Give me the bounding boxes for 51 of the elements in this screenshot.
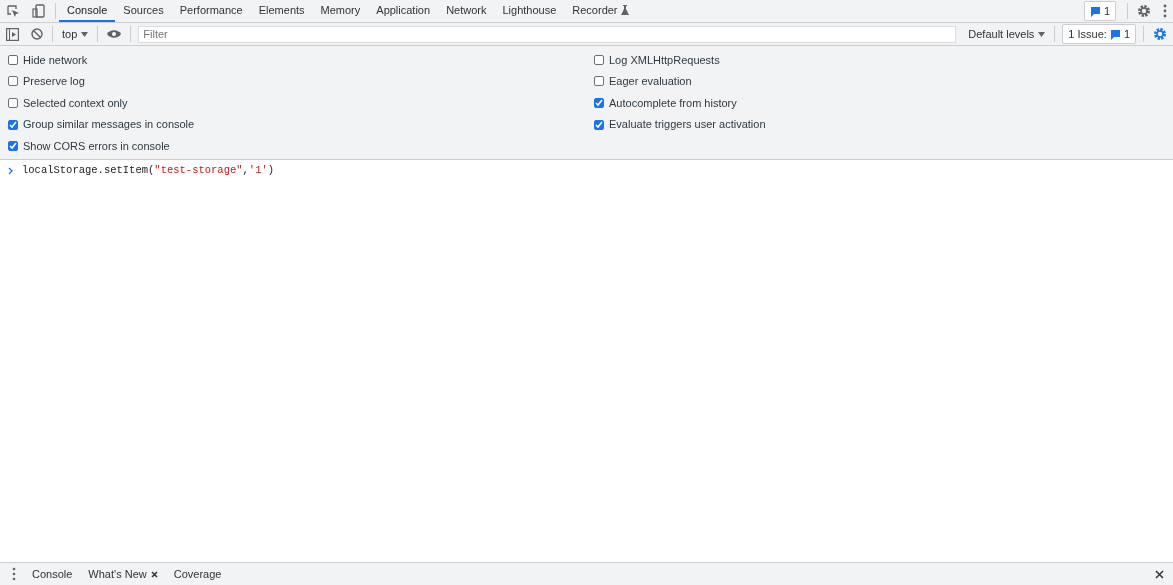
- clear-icon[interactable]: [31, 28, 43, 40]
- panel-tab[interactable]: Application: [368, 0, 439, 22]
- checkbox[interactable]: [594, 54, 604, 65]
- eye-icon[interactable]: [107, 29, 122, 39]
- drawer-tab[interactable]: Coverage: [167, 565, 228, 583]
- panel-tab[interactable]: Elements: [250, 0, 313, 22]
- message-icon: [1109, 28, 1121, 40]
- caret-icon: [1038, 31, 1046, 37]
- setting-label: Autocomplete from history: [609, 95, 737, 111]
- settings-icon[interactable]: [1153, 27, 1167, 41]
- device-icon[interactable]: [32, 4, 46, 18]
- setting-label: Show CORS errors in console: [23, 138, 170, 154]
- more-icon[interactable]: [12, 567, 16, 581]
- panel-tab[interactable]: Performance: [171, 0, 251, 22]
- close-icon[interactable]: [1155, 569, 1164, 579]
- checkbox[interactable]: [8, 76, 18, 87]
- panel-tab[interactable]: Lighthouse: [494, 0, 565, 22]
- panel-tab[interactable]: Recorder: [564, 0, 637, 22]
- checkbox[interactable]: [8, 141, 18, 152]
- settings-icon[interactable]: [1137, 4, 1151, 18]
- checkbox[interactable]: [8, 119, 18, 130]
- filter-field[interactable]: Filter: [138, 25, 957, 43]
- checkbox[interactable]: [594, 98, 604, 108]
- checkbox[interactable]: [8, 98, 18, 108]
- console-input[interactable]: localStorage.setItem("test-storage",'1'): [22, 162, 275, 179]
- setting-label: Group similar messages in console: [23, 117, 195, 133]
- caret-icon: [81, 31, 89, 37]
- prompt-icon: [8, 166, 14, 175]
- close-icon[interactable]: [150, 570, 158, 578]
- panel-tab[interactable]: Memory: [312, 0, 369, 22]
- setting-label: Eager evaluation: [609, 74, 692, 90]
- setting-label: Log XMLHttpRequests: [609, 52, 720, 68]
- issues-button[interactable]: 1 Issue: 1: [1062, 23, 1136, 45]
- setting-label: Preserve log: [23, 74, 85, 90]
- more-icon[interactable]: [1163, 4, 1167, 18]
- inspect-icon[interactable]: [6, 4, 20, 18]
- sidebar-icon[interactable]: [6, 27, 19, 41]
- messages-button[interactable]: 1: [1083, 0, 1116, 22]
- drawer-tab[interactable]: Console: [26, 565, 79, 583]
- setting-label: Evaluate triggers user activation: [609, 117, 766, 133]
- message-icon: [1089, 5, 1101, 17]
- context-dropdown[interactable]: top: [56, 25, 95, 43]
- checkbox[interactable]: [8, 54, 18, 65]
- setting-label: Selected context only: [23, 95, 128, 111]
- panel-tab[interactable]: Sources: [115, 0, 172, 22]
- levels-dropdown[interactable]: Default levels: [962, 25, 1052, 43]
- checkbox[interactable]: [594, 76, 604, 87]
- checkbox[interactable]: [594, 119, 604, 130]
- panel-tab[interactable]: Network: [438, 0, 495, 22]
- drawer-tab[interactable]: What's New: [82, 565, 164, 583]
- setting-label: Hide network: [23, 52, 88, 68]
